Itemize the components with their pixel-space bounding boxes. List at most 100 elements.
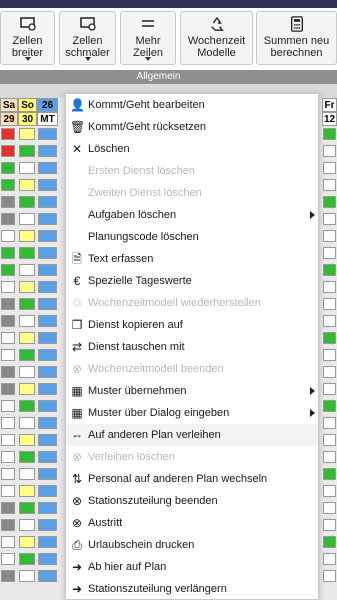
- x-icon: ✕: [71, 142, 83, 156]
- menu-item: ⊗ Verleihen löschen: [66, 446, 318, 468]
- menu-item[interactable]: 👤 Kommt/Geht bearbeiten: [66, 94, 318, 116]
- grid-cell: [19, 162, 35, 174]
- grid-cell: [19, 519, 35, 531]
- grid-cell: [38, 417, 57, 429]
- grid-cell: [19, 349, 35, 361]
- more-rows-icon: [142, 20, 154, 27]
- grid-cell: [323, 196, 336, 208]
- menu-item[interactable]: ❐ Dienst kopieren auf: [66, 314, 318, 336]
- grid-cell: [323, 553, 336, 565]
- day-header-so: So: [18, 98, 37, 112]
- trash-icon: 🗑: [70, 120, 86, 134]
- narrow-cells-icon: [79, 17, 96, 31]
- menu-item[interactable]: ⊗ Austritt: [66, 512, 318, 534]
- menu-item[interactable]: ✕ Löschen: [66, 138, 318, 160]
- menu-item[interactable]: ▦ Muster über Dialog eingeben: [66, 402, 318, 424]
- grid-cell: [19, 383, 35, 395]
- menu-item: Zweiten Dienst löschen: [66, 182, 318, 204]
- menu-item[interactable]: 🗎 Text erfassen: [66, 248, 318, 270]
- grid-cell: [323, 417, 336, 429]
- menu-item: ⊗ Wochenzeitmodell beenden: [66, 358, 318, 380]
- menu-item[interactable]: ⇔ Auf anderen Plan verleihen: [66, 424, 318, 446]
- grid-cell: [38, 230, 57, 242]
- grid-cell: [1, 485, 15, 497]
- grid-cell: [38, 468, 57, 480]
- grid-cell: [323, 519, 336, 531]
- document-icon: 🗎: [72, 252, 82, 266]
- date-cell: 29: [0, 112, 18, 126]
- circle-x-icon: ⊗: [71, 494, 83, 508]
- menu-item-label: Wochenzeitmodell beenden: [88, 363, 224, 375]
- day-header-sa: Sa: [0, 98, 18, 112]
- menu-item-label: Urlaubschein drucken: [88, 539, 195, 551]
- grid-cell: [323, 315, 336, 327]
- grid-cell: [38, 247, 57, 259]
- grid-cell: [1, 519, 15, 531]
- menu-item[interactable]: ➜ Stationszuteilung verlängern: [66, 578, 318, 600]
- menu-item[interactable]: ⎙ Urlaubschein drucken: [66, 534, 318, 556]
- menu-item-label: Verleihen löschen: [88, 451, 175, 463]
- grid-cell: [38, 502, 57, 514]
- grid-cell: [323, 145, 336, 157]
- menu-item[interactable]: Planungscode löschen: [66, 226, 318, 248]
- narrow-cells-button[interactable]: Zellen schmaler: [59, 11, 116, 65]
- grid-cell: [323, 213, 336, 225]
- submenu-arrow-icon: [310, 387, 315, 395]
- menu-item-label: Aufgaben löschen: [88, 209, 177, 221]
- pattern-icon: ▦: [71, 384, 83, 398]
- grid-cell: [323, 162, 336, 174]
- grid-cell: [1, 179, 15, 191]
- grid-cell: [38, 451, 57, 463]
- grid-cell: [1, 230, 15, 242]
- grid-cell: [38, 366, 57, 378]
- grid-cell: [1, 315, 15, 327]
- weekly-time-models-button[interactable]: Wochenzeit Modelle: [180, 11, 253, 65]
- grid-cell: [323, 468, 336, 480]
- grid-cell: [1, 213, 15, 225]
- grid-cell: [19, 247, 35, 259]
- grid-cell: [38, 536, 57, 548]
- grid-cell: [19, 128, 35, 140]
- person-clock-icon: 👤: [70, 98, 85, 112]
- grid-cell: [19, 417, 35, 429]
- grid-cell: [38, 179, 57, 191]
- grid-cell: [1, 468, 15, 480]
- grid-cell: [38, 400, 57, 412]
- grid-cell: [323, 128, 336, 140]
- grid-cell: [19, 570, 35, 582]
- menu-item-label: Personal auf anderen Plan wechseln: [88, 473, 268, 485]
- menu-item[interactable]: ➜ Ab hier auf Plan: [66, 556, 318, 578]
- grid-cell: [1, 332, 15, 344]
- transfer-icon: ⇅: [71, 472, 83, 486]
- grid-cell: [19, 536, 35, 548]
- grid-cell: [323, 298, 336, 310]
- menu-item-label: Spezielle Tageswerte: [88, 275, 192, 287]
- date-cell: 12: [322, 112, 337, 126]
- menu-item[interactable]: ⊗ Stationszuteilung beenden: [66, 490, 318, 512]
- menu-item[interactable]: Aufgaben löschen: [66, 204, 318, 226]
- grid-cell: [323, 281, 336, 293]
- menu-item[interactable]: ⇄ Dienst tauschen mit: [66, 336, 318, 358]
- grid-cell: [19, 196, 35, 208]
- widen-cells-button[interactable]: Zellen breiter: [0, 11, 55, 65]
- grid-cell: [19, 332, 35, 344]
- grid-cell: [1, 434, 15, 446]
- grid-cell: [323, 383, 336, 395]
- menu-item[interactable]: € Spezielle Tageswerte: [66, 270, 318, 292]
- grid-cell: [1, 196, 15, 208]
- grid-cell: [38, 485, 57, 497]
- grid-cell: [19, 281, 35, 293]
- menu-item[interactable]: ▦ Muster übernehmen: [66, 380, 318, 402]
- more-rows-button[interactable]: Mehr Zeilen: [120, 11, 176, 65]
- menu-item-label: Löschen: [88, 143, 130, 155]
- grid-cell: [38, 315, 57, 327]
- menu-item[interactable]: ⇅ Personal auf anderen Plan wechseln: [66, 468, 318, 490]
- grid-cell: [1, 383, 15, 395]
- grid-cell: [323, 230, 336, 242]
- chevron-down-icon: [145, 57, 151, 61]
- grid-cell: [1, 349, 15, 361]
- recalculate-sums-button[interactable]: Summen neu berechnen: [256, 11, 337, 65]
- menu-item[interactable]: 🗑 Kommt/Geht rücksetzen: [66, 116, 318, 138]
- recycle-icon: [210, 17, 224, 31]
- grid-cell: [323, 502, 336, 514]
